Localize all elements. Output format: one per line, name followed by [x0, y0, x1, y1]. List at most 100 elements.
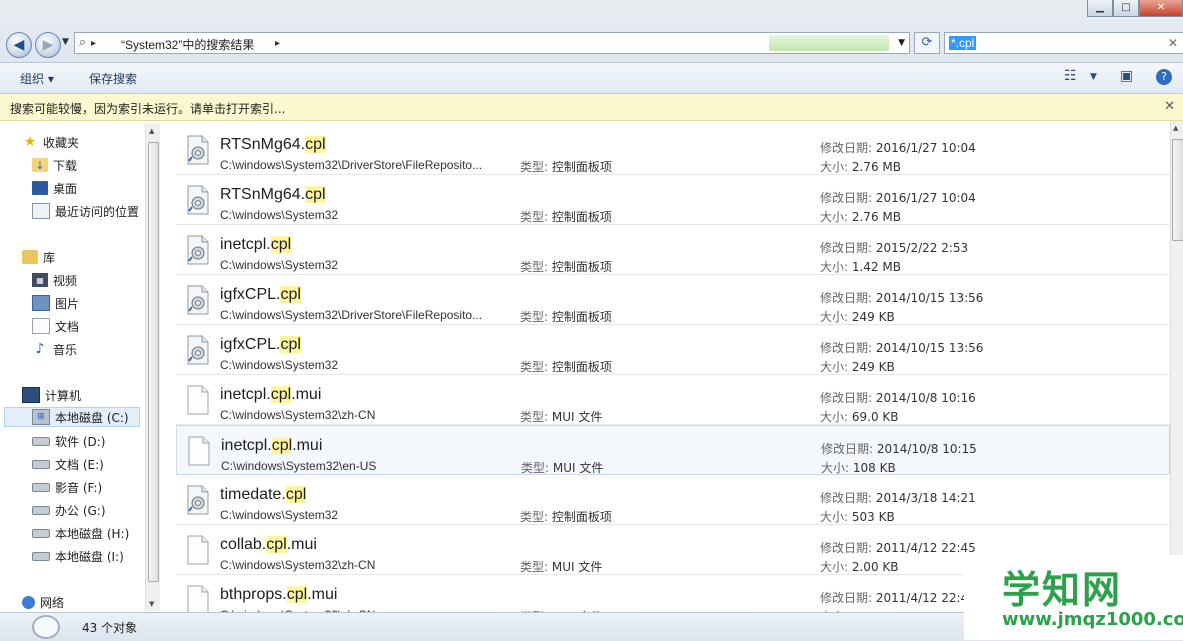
info-message[interactable]: 搜索可能较慢，因为索引未运行。请单击打开索引... — [10, 100, 285, 117]
nav-network[interactable]: 网络 — [22, 592, 64, 612]
file-name[interactable]: collab.cpl.mui — [220, 536, 317, 554]
nav-computer[interactable]: 计算机 — [22, 385, 81, 405]
recent-pages-dropdown[interactable]: ▼ — [62, 37, 69, 47]
blank-file-file-icon — [186, 385, 210, 415]
control-panel-file-icon — [186, 135, 210, 165]
file-name[interactable]: RTSnMg64.cpl — [220, 136, 326, 154]
file-row[interactable]: timedate.cpl C:\windows\System32 类型: 控制面板项… — [176, 475, 1170, 525]
modified-value: 2016/1/27 10:04 — [875, 141, 976, 155]
refresh-button[interactable]: ⟳ — [914, 32, 940, 54]
file-name[interactable]: RTSnMg64.cpl — [220, 186, 326, 204]
scrollbar-thumb[interactable] — [1172, 139, 1183, 241]
file-row[interactable]: igfxCPL.cpl C:\windows\System32 类型: 控制面板项 修… — [176, 325, 1170, 375]
file-type: 类型: MUI 文件 — [521, 459, 603, 476]
type-value: MUI 文件 — [552, 461, 604, 475]
close-window-button[interactable]: ✕ — [1139, 0, 1183, 17]
nav-libraries[interactable]: 库 — [22, 247, 55, 267]
scroll-down-icon[interactable]: ▼ — [149, 600, 154, 608]
drive-icon — [32, 459, 50, 469]
file-name[interactable]: inetcpl.cpl — [220, 236, 292, 254]
file-name-prefix: RTSnMg64. — [220, 136, 306, 153]
nav-drive-h[interactable]: 本地磁盘 (H:) — [32, 523, 129, 543]
file-row[interactable]: inetcpl.cpl.mui C:\windows\System32\zh-CN… — [176, 375, 1170, 425]
file-name[interactable]: bthprops.cpl.mui — [220, 586, 337, 604]
help-icon[interactable]: ? — [1156, 69, 1172, 85]
nav-videos[interactable]: ▦ 视频 — [32, 270, 77, 290]
file-size: 大小: 69.0 KB — [820, 408, 899, 425]
nav-music[interactable]: ♪ 音乐 — [32, 339, 77, 359]
save-search-button[interactable]: 保存搜索 — [89, 70, 137, 87]
clear-search-icon[interactable]: ✕ — [1168, 36, 1178, 50]
scroll-up-icon[interactable]: ▲ — [149, 127, 154, 135]
search-input[interactable]: *.cpl ✕ — [944, 32, 1183, 54]
view-dropdown-icon[interactable]: ▼ — [1090, 72, 1097, 82]
forward-button[interactable]: ▶ — [35, 32, 61, 58]
file-name-prefix: igfxCPL. — [220, 286, 281, 303]
view-options-icon[interactable]: ☷ — [1064, 68, 1077, 84]
navigation-scrollbar[interactable]: ▲ ▼ — [145, 124, 160, 611]
file-row[interactable]: igfxCPL.cpl C:\windows\System32\DriverSto… — [176, 275, 1170, 325]
nav-drive-c[interactable]: ⊞ 本地磁盘 (C:) — [4, 407, 140, 427]
file-size: 大小: 503 KB — [820, 508, 895, 525]
file-row[interactable]: RTSnMg64.cpl C:\windows\System32 类型: 控制面板项… — [176, 175, 1170, 225]
nav-drive-g[interactable]: 办公 (G:) — [32, 500, 106, 520]
file-type: 类型: 控制面板项 — [520, 358, 612, 375]
nav-drive-e[interactable]: 文档 (E:) — [32, 454, 104, 474]
size-label: 大小: — [820, 410, 852, 424]
close-info-icon[interactable]: ✕ — [1164, 99, 1175, 114]
nav-recent-places[interactable]: 最近访问的位置 — [32, 201, 139, 221]
nav-pictures[interactable]: 图片 — [32, 293, 79, 313]
scrollbar-thumb[interactable] — [148, 142, 159, 582]
blank-file-file-icon — [186, 535, 210, 565]
preview-pane-icon[interactable]: ▣ — [1120, 68, 1133, 84]
file-name-suffix: .mui — [307, 586, 338, 603]
file-type: 类型: 控制面板项 — [520, 308, 612, 325]
scroll-up-icon[interactable]: ▲ — [1173, 124, 1178, 132]
file-name-match: cpl — [305, 186, 326, 203]
file-name[interactable]: inetcpl.cpl.mui — [221, 437, 322, 455]
recent-places-icon — [32, 203, 50, 219]
nav-downloads[interactable]: ↓ 下载 — [32, 155, 77, 175]
nav-desktop[interactable]: 桌面 — [32, 178, 77, 198]
title-bar: ▁ □ ✕ ◀ ▶ ▼ ⌕ ▸ “System32”中的搜索结果 ▸ ▼ ⟳ *… — [0, 0, 1183, 63]
modified-label: 修改日期: — [820, 141, 876, 155]
file-name[interactable]: timedate.cpl — [220, 486, 307, 504]
nav-drive-f[interactable]: 影音 (F:) — [32, 477, 102, 497]
back-button[interactable]: ◀ — [6, 32, 32, 58]
minimize-button[interactable]: ▁ — [1087, 0, 1113, 17]
address-dropdown-icon[interactable]: ▼ — [898, 38, 905, 48]
nav-label: 本地磁盘 (H:) — [55, 526, 130, 541]
breadcrumb-location[interactable]: “System32”中的搜索结果 — [121, 36, 254, 53]
search-query[interactable]: *.cpl — [949, 36, 977, 50]
watermark-title: 学知网 — [1002, 568, 1123, 612]
modified-label: 修改日期: — [820, 241, 876, 255]
results-scrollbar[interactable]: ▲ — [1170, 121, 1183, 612]
file-name-suffix: .mui — [292, 437, 323, 454]
file-row[interactable]: inetcpl.cpl C:\windows\System32 类型: 控制面板项 修… — [176, 225, 1170, 275]
modified-label: 修改日期: — [820, 341, 876, 355]
type-label: 类型: — [520, 510, 552, 524]
breadcrumb-chevron-icon[interactable]: ▸ — [275, 38, 280, 49]
file-type: 类型: MUI 文件 — [520, 408, 602, 425]
maximize-button[interactable]: □ — [1113, 0, 1139, 17]
file-name-prefix: inetcpl. — [220, 386, 271, 403]
file-name-match: cpl — [280, 336, 301, 353]
type-label: 类型: — [520, 260, 552, 274]
file-row[interactable]: inetcpl.cpl.mui C:\windows\System32\en-US… — [176, 425, 1170, 475]
file-path: C:\windows\System32 — [220, 208, 339, 222]
file-name-prefix: timedate. — [220, 486, 286, 503]
nav-drive-d[interactable]: 软件 (D:) — [32, 431, 105, 451]
nav-documents[interactable]: 文档 — [32, 316, 79, 336]
file-name[interactable]: inetcpl.cpl.mui — [220, 386, 321, 404]
organize-menu[interactable]: 组织 ▾ — [20, 70, 54, 87]
type-label: 类型: — [520, 560, 552, 574]
modified-label: 修改日期: — [820, 541, 876, 555]
file-name[interactable]: igfxCPL.cpl — [220, 286, 301, 304]
nav-favorites[interactable]: ★ 收藏夹 — [22, 132, 79, 152]
nav-drive-i[interactable]: 本地磁盘 (I:) — [32, 546, 124, 566]
watermark: 学知网 www.jmqz1000.com — [964, 555, 1183, 640]
file-row[interactable]: RTSnMg64.cpl C:\windows\System32\DriverSt… — [176, 125, 1170, 175]
address-bar[interactable]: ⌕ ▸ “System32”中的搜索结果 ▸ ▼ — [74, 32, 910, 54]
file-name[interactable]: igfxCPL.cpl — [220, 336, 301, 354]
index-info-bar[interactable]: 搜索可能较慢，因为索引未运行。请单击打开索引... ✕ — [0, 94, 1183, 121]
